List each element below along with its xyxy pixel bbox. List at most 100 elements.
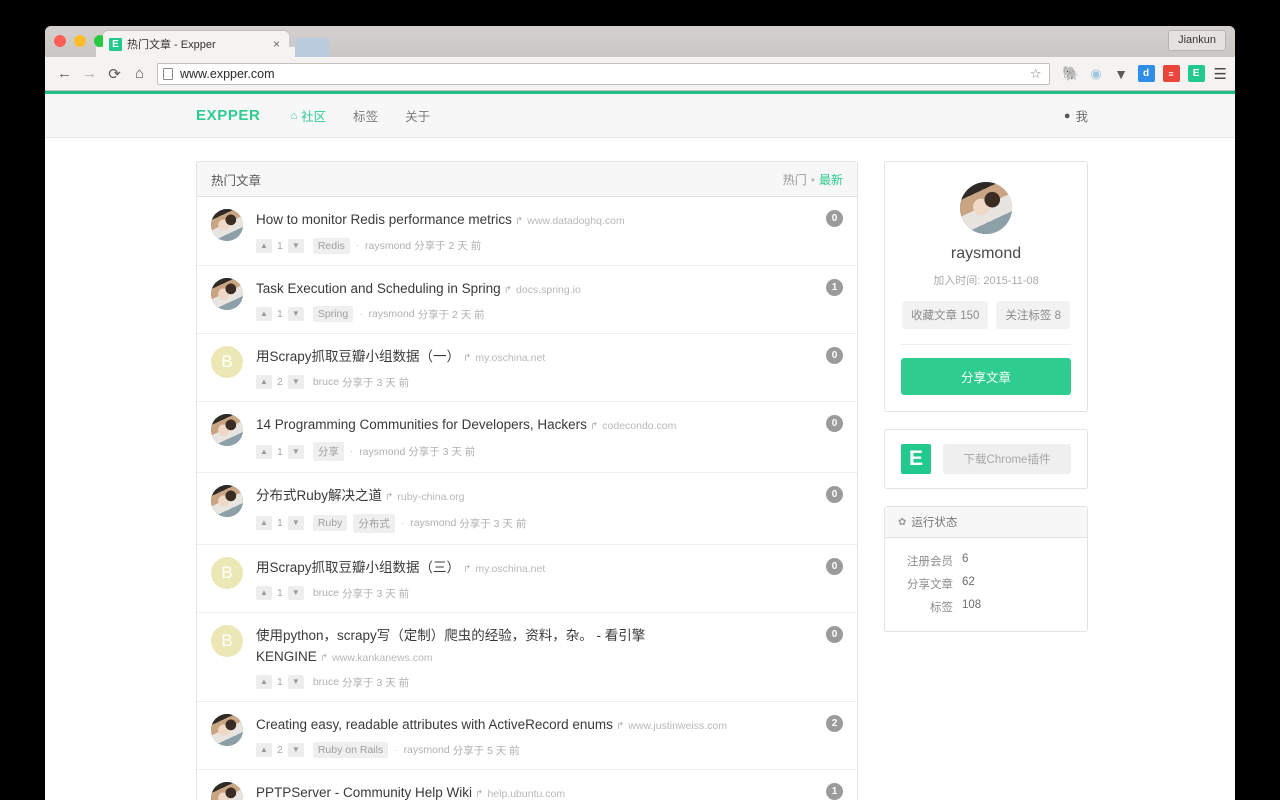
tag-chip[interactable]: Ruby — [312, 515, 348, 532]
blue-d-extension-icon[interactable]: d — [1137, 65, 1155, 82]
upvote-icon[interactable]: ▲ — [256, 516, 272, 531]
nav-user-menu[interactable]: ● 我 — [1064, 106, 1235, 125]
comment-count-badge[interactable]: 2 — [826, 714, 843, 732]
stat-followed-tags[interactable]: 关注标签 8 — [996, 301, 1070, 329]
article-domain[interactable]: my.oschina.net — [475, 563, 545, 575]
red-app-extension-icon[interactable]: ≡ — [1162, 65, 1180, 82]
article-author[interactable]: raysmond — [359, 446, 405, 458]
article-row[interactable]: B 用Scrapy抓取豆瓣小组数据（一） ↱ my.oschina.net ▲ 2 ▼ bru… — [197, 334, 857, 402]
upvote-icon[interactable]: ▲ — [256, 586, 272, 601]
article-title[interactable]: PPTPServer - Community Help Wiki — [256, 785, 472, 800]
article-domain[interactable]: www.kankanews.com — [332, 652, 432, 664]
downvote-icon[interactable]: ▼ — [287, 516, 304, 531]
site-logo[interactable]: EXPPER — [196, 107, 260, 124]
article-title[interactable]: Creating easy, readable attributes with … — [256, 717, 613, 732]
article-row[interactable]: How to monitor Redis performance metrics… — [197, 197, 857, 266]
article-row[interactable]: B 用Scrapy抓取豆瓣小组数据（三） ↱ my.oschina.net ▲ 1 ▼ bru… — [197, 545, 857, 613]
article-row[interactable]: 分布式Ruby解决之道 ↱ ruby-china.org ▲ 1 ▼ Ruby 分布式 · ray… — [197, 473, 857, 545]
upvote-icon[interactable]: ▲ — [256, 743, 272, 758]
avatar[interactable] — [211, 485, 243, 518]
article-row[interactable]: PPTPServer - Community Help Wiki ↱ help.ub… — [197, 770, 857, 800]
article-author[interactable]: bruce — [313, 676, 339, 688]
share-article-button[interactable]: 分享文章 — [901, 358, 1071, 395]
article-domain[interactable]: help.ubuntu.com — [487, 788, 565, 800]
tag-chip[interactable]: 分布式 — [353, 513, 395, 533]
avatar[interactable]: B — [211, 624, 243, 657]
minimize-window-button[interactable] — [74, 35, 86, 47]
article-domain[interactable]: codecondo.com — [602, 420, 676, 432]
downvote-icon[interactable]: ▼ — [287, 444, 304, 459]
pocket-extension-icon[interactable]: ▼ — [1113, 65, 1130, 82]
article-title[interactable]: Task Execution and Scheduling in Spring — [256, 281, 501, 296]
upvote-icon[interactable]: ▲ — [256, 238, 272, 253]
upvote-icon[interactable]: ▲ — [256, 675, 272, 690]
article-title[interactable]: 使用python，scrapy写（定制）爬虫的经验，资料，杂。 - 看引擎 KE… — [256, 628, 645, 665]
avatar[interactable] — [211, 782, 243, 800]
avatar[interactable]: B — [211, 556, 243, 589]
upvote-icon[interactable]: ▲ — [256, 444, 272, 459]
avatar[interactable]: B — [211, 346, 243, 379]
avatar[interactable] — [211, 413, 243, 446]
comment-count-badge[interactable]: 1 — [826, 278, 843, 296]
article-title[interactable]: 用Scrapy抓取豆瓣小组数据（一） — [256, 349, 460, 364]
article-domain[interactable]: ruby-china.org — [397, 491, 464, 503]
tag-chip[interactable]: 分享 — [312, 442, 344, 462]
page-info-icon[interactable] — [163, 67, 173, 80]
avatar[interactable] — [211, 209, 243, 241]
browser-profile-button[interactable]: Jiankun — [1168, 30, 1226, 51]
article-row[interactable]: 14 Programming Communities for Developer… — [197, 402, 857, 474]
nav-link-tags[interactable]: 标签 — [353, 106, 378, 125]
home-icon[interactable]: ⌂ — [128, 62, 151, 85]
avatar[interactable] — [211, 277, 243, 310]
article-domain[interactable]: docs.spring.io — [516, 284, 581, 296]
avatar[interactable] — [211, 713, 243, 746]
article-row[interactable]: B 使用python，scrapy写（定制）爬虫的经验，资料，杂。 - 看引擎 K… — [197, 613, 857, 702]
article-domain[interactable]: my.oschina.net — [475, 352, 545, 364]
nav-link-about[interactable]: 关于 — [405, 106, 430, 125]
article-author[interactable]: raysmond — [404, 744, 450, 756]
comment-count-badge[interactable]: 1 — [826, 783, 843, 800]
upvote-icon[interactable]: ▲ — [256, 375, 272, 390]
camera-extension-icon[interactable]: ◉ — [1088, 65, 1105, 82]
nav-link-community[interactable]: ⌂ 社区 — [290, 106, 326, 125]
reload-icon[interactable]: ⟳ — [103, 62, 126, 85]
bookmark-star-icon[interactable]: ☆ — [1030, 66, 1044, 82]
article-title[interactable]: 分布式Ruby解决之道 — [256, 488, 382, 503]
article-title[interactable]: How to monitor Redis performance metrics — [256, 212, 512, 227]
comment-count-badge[interactable]: 0 — [826, 210, 843, 227]
comment-count-badge[interactable]: 0 — [826, 557, 843, 575]
article-author[interactable]: raysmond — [365, 240, 411, 252]
article-author[interactable]: raysmond — [410, 517, 456, 529]
browser-tab[interactable]: E 热门文章 - Expper × — [96, 31, 296, 57]
download-chrome-plugin-button[interactable]: 下载Chrome插件 — [943, 444, 1071, 474]
downvote-icon[interactable]: ▼ — [287, 307, 304, 322]
article-title[interactable]: 14 Programming Communities for Developer… — [256, 417, 587, 432]
article-author[interactable]: bruce — [313, 587, 339, 599]
stat-favorites[interactable]: 收藏文章 150 — [902, 301, 989, 329]
forward-icon[interactable]: → — [78, 62, 101, 85]
tag-chip[interactable]: Ruby on Rails — [312, 742, 389, 759]
article-domain[interactable]: www.justinweiss.com — [628, 720, 727, 732]
article-title[interactable]: 用Scrapy抓取豆瓣小组数据（三） — [256, 560, 460, 575]
back-icon[interactable]: ← — [53, 62, 76, 85]
upvote-icon[interactable]: ▲ — [256, 307, 272, 322]
new-tab-button[interactable] — [295, 38, 329, 57]
address-bar[interactable]: www.expper.com ☆ — [157, 62, 1050, 85]
close-window-button[interactable] — [54, 35, 66, 47]
comment-count-badge[interactable]: 0 — [826, 625, 843, 643]
article-row[interactable]: Task Execution and Scheduling in Spring ↱… — [197, 266, 857, 335]
sort-new-link[interactable]: 最新 — [819, 173, 843, 187]
close-tab-icon[interactable]: × — [270, 38, 283, 50]
downvote-icon[interactable]: ▼ — [287, 586, 304, 601]
tag-chip[interactable]: Redis — [312, 237, 350, 254]
article-row[interactable]: Creating easy, readable attributes with … — [197, 702, 857, 771]
sort-hot-link[interactable]: 热门 — [783, 173, 807, 187]
article-author[interactable]: raysmond — [369, 308, 415, 320]
browser-menu-icon[interactable]: ☰ — [1214, 65, 1227, 83]
downvote-icon[interactable]: ▼ — [287, 238, 304, 253]
downvote-icon[interactable]: ▼ — [287, 375, 304, 390]
tag-chip[interactable]: Spring — [312, 306, 354, 323]
article-domain[interactable]: www.datadoghq.com — [527, 215, 624, 227]
expper-extension-icon[interactable]: E — [1187, 65, 1205, 82]
evernote-extension-icon[interactable]: 🐘 — [1062, 65, 1079, 82]
